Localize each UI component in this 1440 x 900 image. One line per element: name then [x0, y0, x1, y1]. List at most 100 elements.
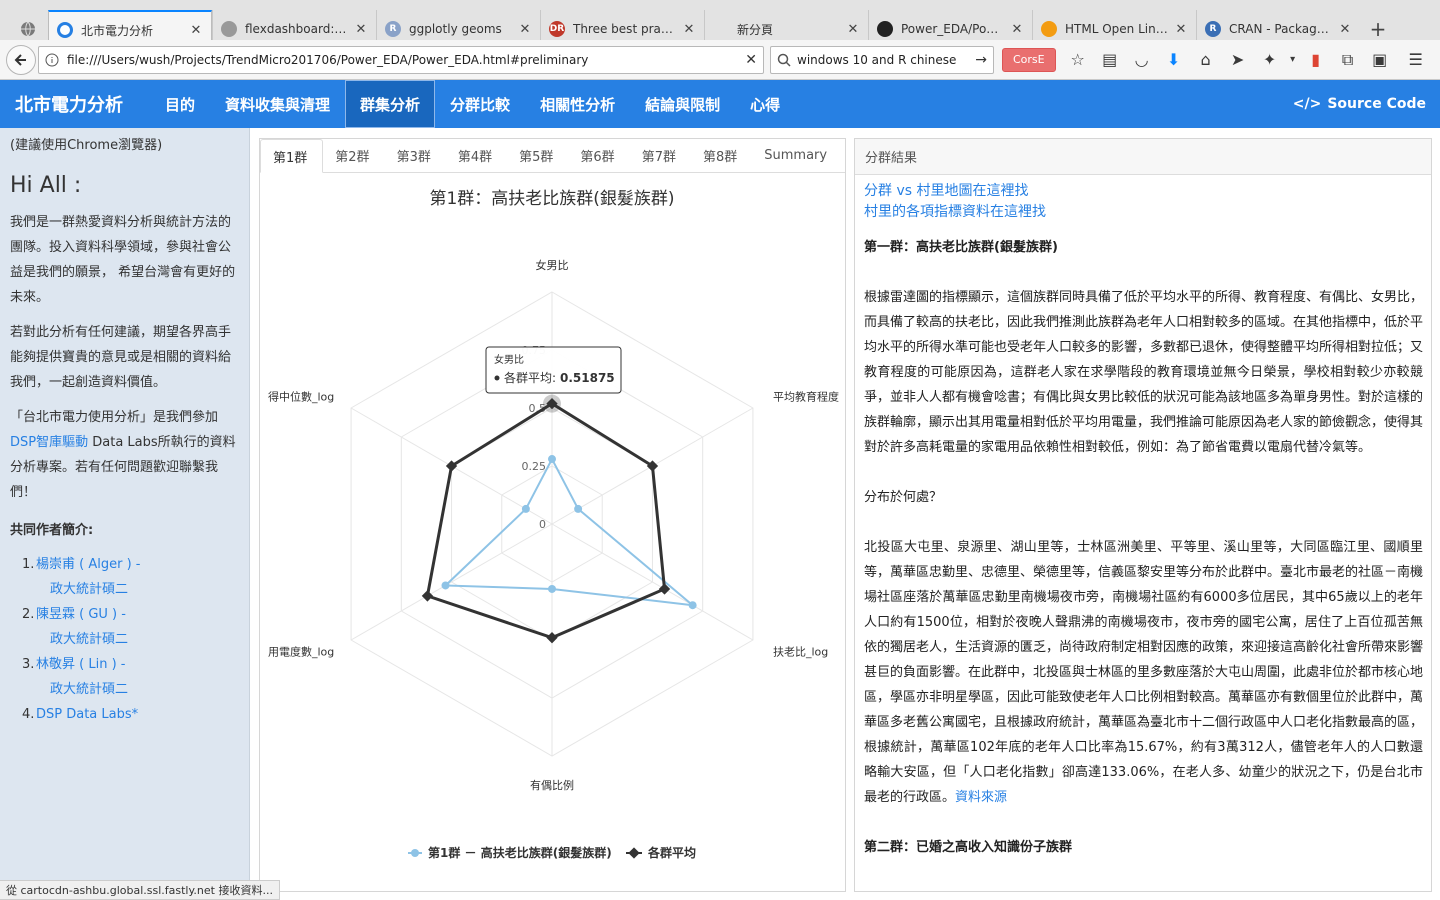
author-item[interactable]: 4. DSP Data Labs* [22, 702, 239, 727]
series-point [521, 504, 530, 513]
search-bar[interactable]: windows 10 and R chinese → [770, 45, 994, 74]
close-tab-icon[interactable]: ✕ [354, 22, 368, 37]
code-icon: </> [1292, 96, 1322, 112]
download-icon[interactable]: ⬇ [1158, 46, 1190, 74]
cluster-tab[interactable]: 第8群 [691, 139, 752, 172]
url-bar[interactable]: file:///Users/wush/Projects/TrendMicro20… [38, 45, 764, 74]
clear-url-icon[interactable]: ✕ [745, 52, 757, 68]
authors-heading: 共同作者簡介: [10, 523, 94, 538]
tab-label: ggplotly geoms [409, 22, 502, 36]
pocket-icon[interactable]: ◡ [1126, 46, 1158, 74]
cluster-tab[interactable]: Summary [752, 139, 842, 172]
indicator-data-link[interactable]: 村里的各項指標資料在這裡找 [864, 202, 1423, 223]
favicon-icon [57, 22, 73, 38]
author-name[interactable]: 陳昱霖 ( GU ) - [36, 607, 126, 622]
search-icon [777, 53, 791, 67]
globe-icon [21, 21, 35, 37]
axis-label: 女男比 [536, 258, 569, 272]
axis-label: 有偶比例 [530, 778, 574, 792]
close-tab-icon[interactable]: ✕ [682, 22, 696, 37]
url-text[interactable]: file:///Users/wush/Projects/TrendMicro20… [67, 53, 739, 67]
cluster-tab[interactable]: 第4群 [446, 139, 507, 172]
site-brand[interactable]: 北市電力分析 [0, 91, 138, 117]
nav-link[interactable]: 相關性分析 [525, 80, 630, 128]
reading-list-icon[interactable]: ▤ [1094, 46, 1126, 74]
browser-note: (建議使用Chrome瀏覽器) [10, 138, 163, 153]
feedback-paragraph: 若對此分析有任何建議，期望各界高手能夠提供寶貴的意見或是相關的資料給我們，一起創… [10, 325, 232, 390]
menu-icon[interactable]: ☰ [1400, 46, 1432, 74]
cors-extension-button[interactable]: CorsE [1002, 47, 1056, 72]
nav-link[interactable]: 分群比較 [435, 80, 525, 128]
radial-tick-label: 0 [539, 518, 546, 531]
nav-link[interactable]: 群集分析 [345, 80, 436, 128]
close-tab-icon[interactable]: ✕ [189, 23, 203, 38]
map-link[interactable]: 分群 vs 村里地圖在這裡找 [864, 181, 1423, 202]
source-code-link[interactable]: </> Source Code [1293, 96, 1440, 112]
extension-icon[interactable]: ✦ [1254, 46, 1286, 74]
cluster-tab[interactable]: 第3群 [385, 139, 446, 172]
screenshot-icon[interactable]: ⧉ [1332, 46, 1364, 74]
nav-link[interactable]: 目的 [150, 80, 210, 128]
author-item[interactable]: 2. 陳昱霖 ( GU ) - 政大統計碩二 [22, 602, 239, 652]
author-number: 1. [22, 557, 35, 572]
tooltip-marker [494, 375, 500, 381]
cluster-tab[interactable]: 第2群 [323, 139, 384, 172]
axis-label: 用電度數_log [268, 645, 334, 659]
close-tab-icon[interactable]: ✕ [1338, 22, 1352, 37]
cluster-tab[interactable]: 第5群 [507, 139, 568, 172]
author-name[interactable]: 楊崇甫 ( Alger ) - [36, 557, 140, 572]
distribution-question: 分布於何處？ [864, 490, 943, 505]
radar-chart: 第1群：高扶老比族群(銀髮族群)00.250.50.75女男比平均教育程度扶老比… [268, 189, 839, 860]
nav-link[interactable]: 結論與限制 [630, 80, 735, 128]
nav-link[interactable]: 資料收集與清理 [210, 80, 345, 128]
distribution-text: 北投區大屯里、泉源里、湖山里等，士林區洲美里、平等里、溪山里等，大同區臨江里、國… [864, 540, 1424, 805]
source-code-label: Source Code [1327, 96, 1426, 112]
favicon-icon [221, 21, 237, 37]
tab-label: CRAN - Package htm [1229, 22, 1334, 36]
back-button[interactable] [6, 44, 36, 75]
favicon-icon [713, 21, 729, 37]
chevron-down-icon[interactable]: ▾ [1286, 46, 1300, 74]
search-text[interactable]: windows 10 and R chinese [797, 53, 975, 67]
author-item[interactable]: 1. 楊崇甫 ( Alger ) - 政大統計碩二 [22, 552, 239, 602]
fullscreen-icon[interactable]: ▣ [1364, 46, 1396, 74]
legend-label: 各群平均 [647, 845, 696, 860]
cluster-tabs: 第1群 第2群 第3群 第4群 第5群 第6群 第7群 第8群 Summary [260, 139, 845, 173]
axis-label: 平均教育程度 [773, 389, 839, 403]
radial-tick-label: 0.25 [522, 460, 547, 473]
author-name[interactable]: 林敬昇 ( Lin ) - [36, 657, 125, 672]
results-panel: 分群結果 分群 vs 村里地圖在這裡找 村里的各項指標資料在這裡找 第一群：高扶… [854, 138, 1432, 892]
author-number: 3. [22, 657, 35, 672]
record-extension-icon[interactable]: ▮ [1300, 46, 1332, 74]
author-affiliation[interactable]: 政大統計碩二 [36, 577, 239, 602]
favicon-icon: DR [549, 21, 565, 37]
series-point [441, 581, 450, 590]
author-item[interactable]: 3. 林敬昇 ( Lin ) - 政大統計碩二 [22, 652, 239, 702]
send-icon[interactable]: ➤ [1222, 46, 1254, 74]
author-number: 4. [22, 707, 35, 722]
nav-link[interactable]: 心得 [735, 80, 795, 128]
close-tab-icon[interactable]: ✕ [1174, 22, 1188, 37]
go-arrow-icon[interactable]: → [975, 52, 987, 68]
close-tab-icon[interactable]: ✕ [1010, 22, 1024, 37]
author-number: 2. [22, 607, 35, 622]
tooltip-label: 各群平均 [504, 370, 552, 385]
tab-label: Three best practices [573, 22, 678, 36]
author-affiliation[interactable]: 政大統計碩二 [36, 627, 239, 652]
bookmark-star-icon[interactable]: ☆ [1062, 46, 1094, 74]
home-icon[interactable]: ⌂ [1190, 46, 1222, 74]
browser-toolbar: file:///Users/wush/Projects/TrendMicro20… [0, 40, 1440, 80]
author-name[interactable]: DSP Data Labs* [36, 707, 138, 722]
cluster-tab[interactable]: 第7群 [630, 139, 691, 172]
cluster-tab[interactable]: 第1群 [260, 139, 324, 173]
data-source-link[interactable]: 資料來源 [955, 790, 1007, 805]
close-tab-icon[interactable]: ✕ [846, 22, 860, 37]
close-tab-icon[interactable]: ✕ [518, 22, 532, 37]
chart-panel: 第1群 第2群 第3群 第4群 第5群 第6群 第7群 第8群 Summary 第1群：高扶老比… [259, 138, 846, 892]
series-point [548, 455, 556, 464]
dsp-link[interactable]: DSP智庫驅動 [10, 435, 88, 450]
cluster1-heading: 第一群：高扶老比族群(銀髮族群) [864, 240, 1058, 255]
cluster-tab[interactable]: 第6群 [568, 139, 629, 172]
results-body: 分群 vs 村里地圖在這裡找 村里的各項指標資料在這裡找 第一群：高扶老比族群(… [855, 175, 1431, 860]
author-affiliation[interactable]: 政大統計碩二 [36, 677, 239, 702]
